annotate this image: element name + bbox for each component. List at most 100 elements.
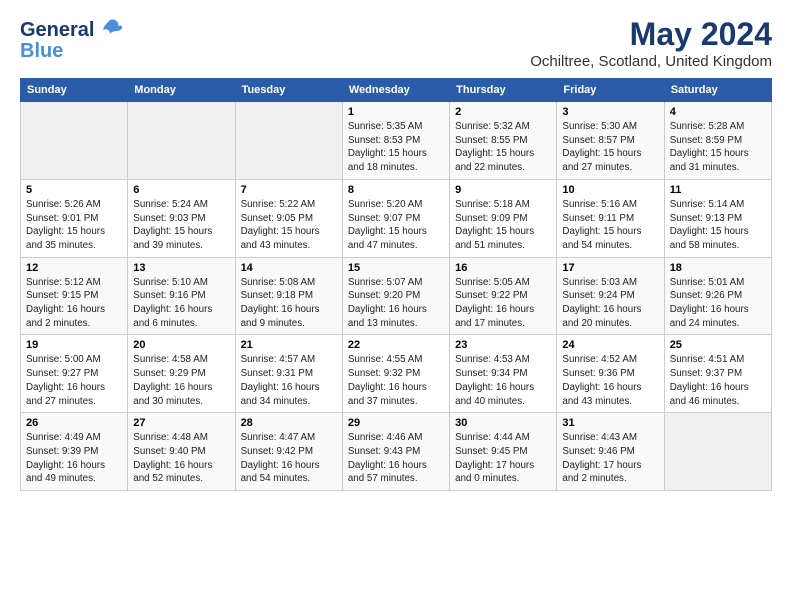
calendar-cell: 31Sunrise: 4:43 AM Sunset: 9:46 PM Dayli…: [557, 413, 664, 491]
calendar-cell: 3 Sunrise: 5:30 AM Sunset: 8:57 PM Daylig…: [557, 102, 664, 180]
week-row-1: 1Sunrise: 5:35 AM Sunset: 8:53 PM Daylig…: [21, 102, 772, 180]
day-info: Sunrise: 5:22 AM Sunset: 9:05 PM Dayligh…: [241, 198, 337, 253]
calendar-cell: 4 Sunrise: 5:28 AM Sunset: 8:59 PM Daylig…: [664, 102, 771, 180]
header-day-thursday: Thursday: [450, 79, 557, 102]
day-number: 27: [133, 417, 229, 429]
day-info: Sunrise: 4:48 AM Sunset: 9:40 PM Dayligh…: [133, 431, 229, 486]
calendar-cell: 21 Sunrise: 4:57 AM Sunset: 9:31 PM Dayli…: [235, 335, 342, 413]
day-number: 16: [455, 262, 551, 274]
day-number: 3: [562, 106, 658, 118]
calendar-cell: 19 Sunrise: 5:00 AM Sunset: 9:27 PM Dayli…: [21, 335, 128, 413]
day-number: 6: [133, 184, 229, 196]
day-number: 9: [455, 184, 551, 196]
calendar-cell: [128, 102, 235, 180]
day-number: 5: [26, 184, 122, 196]
day-number: 23: [455, 339, 551, 351]
day-number: 13: [133, 262, 229, 274]
title-area: May 2024 Ochiltree, Scotland, United Kin…: [530, 16, 772, 70]
day-info: Sunrise: 5:14 AM Sunset: 9:13 PM Dayligh…: [670, 198, 766, 253]
day-number: 18: [670, 262, 766, 274]
day-number: 21: [241, 339, 337, 351]
calendar-cell: 20 Sunrise: 4:58 AM Sunset: 9:29 PM Dayli…: [128, 335, 235, 413]
day-number: 11: [670, 184, 766, 196]
calendar-cell: [235, 102, 342, 180]
day-info: Sunrise: 5:24 AM Sunset: 9:03 PM Dayligh…: [133, 198, 229, 253]
day-number: 15: [348, 262, 444, 274]
day-number: 20: [133, 339, 229, 351]
day-info: Sunrise: 5:08 AM Sunset: 9:18 PM Dayligh…: [241, 276, 337, 331]
calendar-cell: 6 Sunrise: 5:24 AM Sunset: 9:03 PM Daylig…: [128, 179, 235, 257]
calendar-cell: 28Sunrise: 4:47 AM Sunset: 9:42 PM Dayli…: [235, 413, 342, 491]
calendar-cell: [21, 102, 128, 180]
day-info: Sunrise: 5:32 AM Sunset: 8:55 PM Dayligh…: [455, 120, 551, 175]
day-info: Sunrise: 5:35 AM Sunset: 8:53 PM Dayligh…: [348, 120, 444, 175]
calendar-cell: 26Sunrise: 4:49 AM Sunset: 9:39 PM Dayli…: [21, 413, 128, 491]
day-info: Sunrise: 4:44 AM Sunset: 9:45 PM Dayligh…: [455, 431, 551, 486]
subtitle: Ochiltree, Scotland, United Kingdom: [530, 53, 772, 70]
day-info: Sunrise: 5:30 AM Sunset: 8:57 PM Dayligh…: [562, 120, 658, 175]
day-info: Sunrise: 5:16 AM Sunset: 9:11 PM Dayligh…: [562, 198, 658, 253]
day-info: Sunrise: 5:05 AM Sunset: 9:22 PM Dayligh…: [455, 276, 551, 331]
header-day-wednesday: Wednesday: [342, 79, 449, 102]
logo: General Blue: [20, 16, 124, 63]
day-number: 14: [241, 262, 337, 274]
day-number: 10: [562, 184, 658, 196]
day-info: Sunrise: 4:53 AM Sunset: 9:34 PM Dayligh…: [455, 353, 551, 408]
day-info: Sunrise: 5:10 AM Sunset: 9:16 PM Dayligh…: [133, 276, 229, 331]
calendar-cell: 24Sunrise: 4:52 AM Sunset: 9:36 PM Dayli…: [557, 335, 664, 413]
week-row-4: 19 Sunrise: 5:00 AM Sunset: 9:27 PM Dayli…: [21, 335, 772, 413]
calendar-cell: 7Sunrise: 5:22 AM Sunset: 9:05 PM Daylig…: [235, 179, 342, 257]
day-info: Sunrise: 4:58 AM Sunset: 9:29 PM Dayligh…: [133, 353, 229, 408]
calendar-cell: [664, 413, 771, 491]
day-info: Sunrise: 5:03 AM Sunset: 9:24 PM Dayligh…: [562, 276, 658, 331]
calendar-cell: 30 Sunrise: 4:44 AM Sunset: 9:45 PM Dayli…: [450, 413, 557, 491]
calendar-cell: 12Sunrise: 5:12 AM Sunset: 9:15 PM Dayli…: [21, 257, 128, 335]
day-number: 31: [562, 417, 658, 429]
calendar-cell: 10 Sunrise: 5:16 AM Sunset: 9:11 PM Dayli…: [557, 179, 664, 257]
calendar-cell: 11 Sunrise: 5:14 AM Sunset: 9:13 PM Dayli…: [664, 179, 771, 257]
calendar-cell: 9Sunrise: 5:18 AM Sunset: 9:09 PM Daylig…: [450, 179, 557, 257]
header-day-saturday: Saturday: [664, 79, 771, 102]
day-number: 26: [26, 417, 122, 429]
calendar-cell: 14 Sunrise: 5:08 AM Sunset: 9:18 PM Dayli…: [235, 257, 342, 335]
calendar-cell: 27 Sunrise: 4:48 AM Sunset: 9:40 PM Dayli…: [128, 413, 235, 491]
logo-general: General: [20, 19, 94, 42]
day-info: Sunrise: 4:57 AM Sunset: 9:31 PM Dayligh…: [241, 353, 337, 408]
calendar-cell: 1Sunrise: 5:35 AM Sunset: 8:53 PM Daylig…: [342, 102, 449, 180]
day-info: Sunrise: 5:00 AM Sunset: 9:27 PM Dayligh…: [26, 353, 122, 408]
calendar-cell: 18 Sunrise: 5:01 AM Sunset: 9:26 PM Dayli…: [664, 257, 771, 335]
calendar-cell: 16 Sunrise: 5:05 AM Sunset: 9:22 PM Dayli…: [450, 257, 557, 335]
day-info: Sunrise: 4:51 AM Sunset: 9:37 PM Dayligh…: [670, 353, 766, 408]
calendar-cell: 13 Sunrise: 5:10 AM Sunset: 9:16 PM Dayli…: [128, 257, 235, 335]
calendar-cell: 8 Sunrise: 5:20 AM Sunset: 9:07 PM Daylig…: [342, 179, 449, 257]
day-info: Sunrise: 5:26 AM Sunset: 9:01 PM Dayligh…: [26, 198, 122, 253]
day-number: 8: [348, 184, 444, 196]
calendar-cell: 29 Sunrise: 4:46 AM Sunset: 9:43 PM Dayli…: [342, 413, 449, 491]
day-info: Sunrise: 5:01 AM Sunset: 9:26 PM Dayligh…: [670, 276, 766, 331]
main-title: May 2024: [530, 16, 772, 53]
calendar-cell: 5 Sunrise: 5:26 AM Sunset: 9:01 PM Daylig…: [21, 179, 128, 257]
day-info: Sunrise: 5:20 AM Sunset: 9:07 PM Dayligh…: [348, 198, 444, 253]
day-info: Sunrise: 4:46 AM Sunset: 9:43 PM Dayligh…: [348, 431, 444, 486]
day-number: 30: [455, 417, 551, 429]
day-number: 4: [670, 106, 766, 118]
day-info: Sunrise: 5:07 AM Sunset: 9:20 PM Dayligh…: [348, 276, 444, 331]
day-number: 25: [670, 339, 766, 351]
day-info: Sunrise: 4:52 AM Sunset: 9:36 PM Dayligh…: [562, 353, 658, 408]
day-number: 19: [26, 339, 122, 351]
calendar-cell: 23 Sunrise: 4:53 AM Sunset: 9:34 PM Dayli…: [450, 335, 557, 413]
day-number: 12: [26, 262, 122, 274]
day-number: 17: [562, 262, 658, 274]
calendar-cell: 22 Sunrise: 4:55 AM Sunset: 9:32 PM Dayli…: [342, 335, 449, 413]
header-day-sunday: Sunday: [21, 79, 128, 102]
day-info: Sunrise: 5:28 AM Sunset: 8:59 PM Dayligh…: [670, 120, 766, 175]
day-number: 29: [348, 417, 444, 429]
week-row-5: 26Sunrise: 4:49 AM Sunset: 9:39 PM Dayli…: [21, 413, 772, 491]
week-row-2: 5 Sunrise: 5:26 AM Sunset: 9:01 PM Daylig…: [21, 179, 772, 257]
day-number: 2: [455, 106, 551, 118]
main-container: General Blue May 2024 Ochiltree, Scotlan…: [0, 0, 792, 501]
calendar-table: SundayMondayTuesdayWednesdayThursdayFrid…: [20, 78, 772, 491]
calendar-cell: 2 Sunrise: 5:32 AM Sunset: 8:55 PM Daylig…: [450, 102, 557, 180]
day-info: Sunrise: 4:55 AM Sunset: 9:32 PM Dayligh…: [348, 353, 444, 408]
day-number: 22: [348, 339, 444, 351]
